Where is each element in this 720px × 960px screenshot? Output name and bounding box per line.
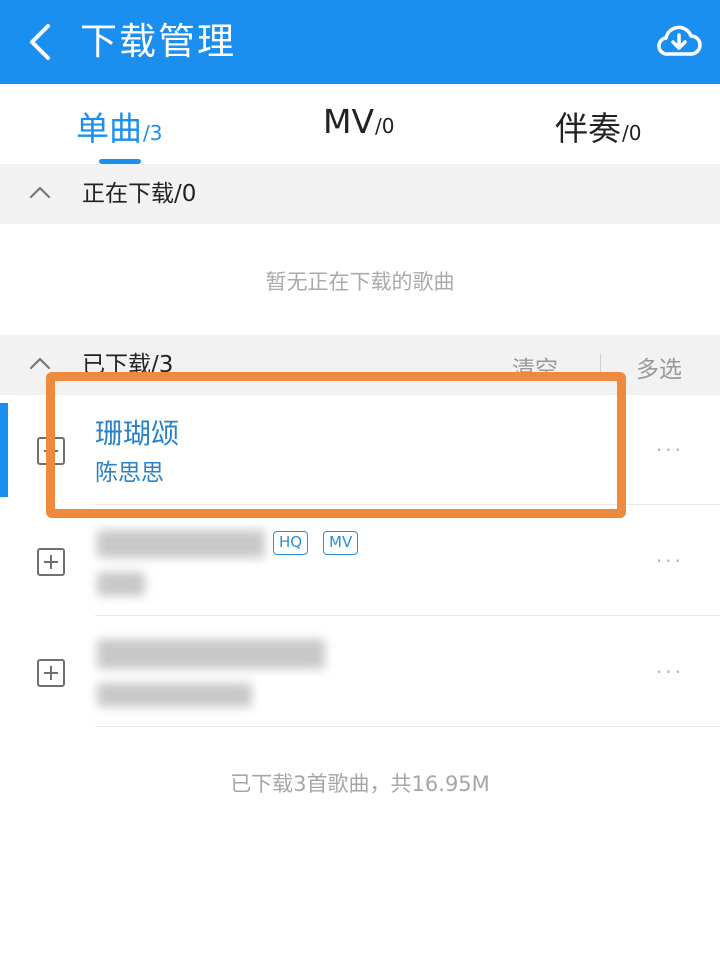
more-options-button[interactable]: ··· bbox=[650, 657, 690, 687]
empty-downloading-text: 暂无正在下载的歌曲 bbox=[265, 270, 455, 294]
downloaded-section-title: 已下载/3 bbox=[82, 352, 174, 378]
blurred-song-title bbox=[97, 530, 265, 558]
tab-accompaniment-label: 伴奏 bbox=[555, 109, 621, 148]
blurred-song-artist bbox=[97, 572, 145, 596]
back-button[interactable] bbox=[22, 18, 66, 66]
add-to-playlist-button[interactable] bbox=[37, 659, 65, 687]
blurred-song-title bbox=[97, 639, 325, 669]
downloading-section-title: 正在下载/0 bbox=[82, 181, 197, 207]
tab-songs[interactable]: 单曲 /3 bbox=[76, 102, 162, 150]
row-divider bbox=[95, 615, 720, 616]
song-title: 珊瑚颂 bbox=[95, 417, 180, 450]
add-to-playlist-button[interactable] bbox=[37, 548, 65, 576]
tab-bar: 单曲 /3 MV /0 伴奏 /0 bbox=[0, 84, 720, 164]
song-row[interactable]: 珊瑚颂 陈思思 ··· bbox=[0, 395, 720, 505]
download-summary: 已下载3首歌曲，共16.95M bbox=[230, 772, 490, 796]
tab-accompaniment-count: /0 bbox=[622, 121, 642, 145]
row-divider bbox=[95, 726, 720, 727]
tab-songs-count: /3 bbox=[143, 121, 163, 145]
multi-select-button[interactable]: 多选 bbox=[636, 350, 682, 384]
cloud-download-icon bbox=[657, 25, 702, 56]
download-button[interactable] bbox=[656, 18, 702, 64]
downloading-section-header[interactable]: 正在下载/0 bbox=[0, 164, 720, 224]
divider bbox=[600, 354, 601, 378]
tab-mv-label: MV bbox=[323, 102, 375, 141]
tab-songs-label: 单曲 bbox=[76, 109, 142, 148]
blurred-song-artist bbox=[97, 683, 252, 707]
tab-mv-count: /0 bbox=[375, 114, 395, 138]
row-divider bbox=[95, 504, 720, 505]
chevron-up-icon bbox=[29, 357, 51, 370]
more-options-button[interactable]: ··· bbox=[650, 435, 690, 465]
mv-badge: MV bbox=[323, 531, 359, 555]
chevron-up-icon bbox=[29, 186, 51, 199]
app-header: 下载管理 bbox=[0, 0, 720, 84]
hq-badge: HQ bbox=[273, 531, 309, 555]
add-to-playlist-button[interactable] bbox=[37, 437, 65, 465]
downloaded-section-header[interactable]: 已下载/3 清空 多选 bbox=[0, 335, 720, 395]
page-title: 下载管理 bbox=[80, 20, 236, 63]
tab-accompaniment[interactable]: 伴奏 /0 bbox=[555, 102, 641, 150]
song-row[interactable]: ··· bbox=[0, 617, 720, 727]
more-options-button[interactable]: ··· bbox=[650, 546, 690, 576]
song-artist: 陈思思 bbox=[95, 460, 164, 486]
clear-button[interactable]: 清空 bbox=[512, 350, 558, 384]
back-arrow-icon bbox=[30, 24, 50, 60]
song-row[interactable]: HQ MV ··· bbox=[0, 506, 720, 616]
now-playing-indicator bbox=[0, 403, 8, 497]
tab-mv[interactable]: MV /0 bbox=[323, 102, 395, 150]
